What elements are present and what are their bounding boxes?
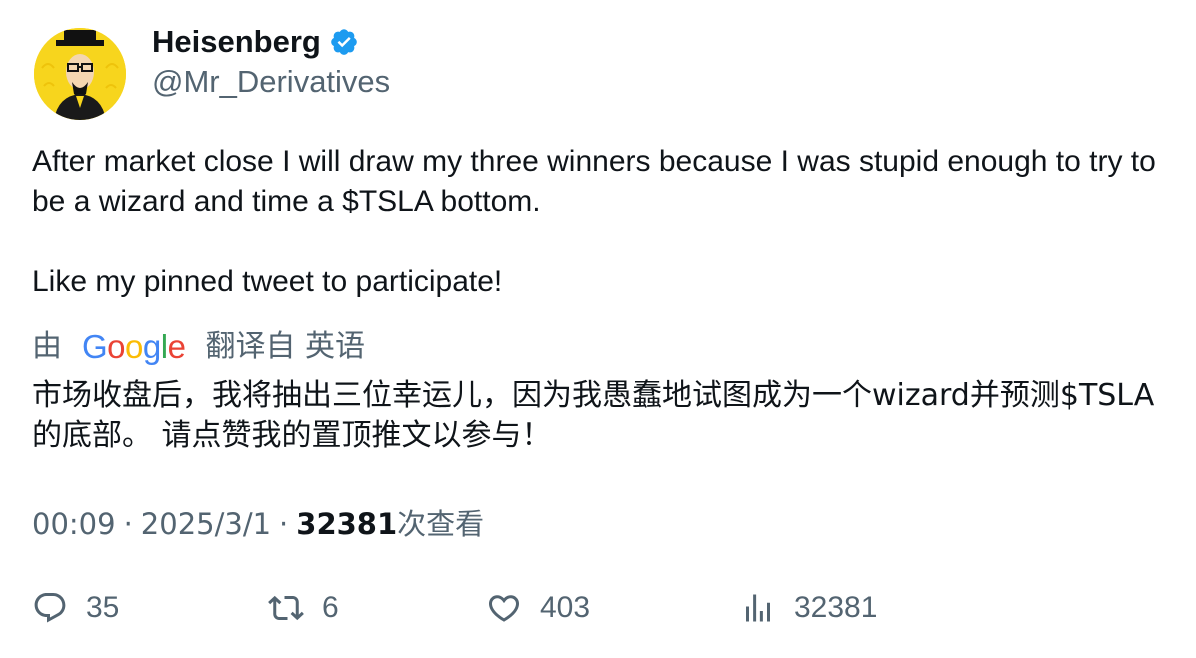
- google-logo: Google: [82, 328, 186, 365]
- tweet-date[interactable]: 2025/3/1: [141, 504, 271, 544]
- views-button[interactable]: 32381: [740, 590, 877, 626]
- author-name-row[interactable]: Heisenberg: [152, 22, 359, 62]
- tweet-time[interactable]: 00:09: [32, 504, 116, 544]
- tweet-meta: 00:09 · 2025/3/1 · 32381次查看: [32, 504, 484, 544]
- translation-prefix: 由: [32, 329, 62, 364]
- reply-icon: [34, 593, 66, 623]
- reply-count: 35: [86, 591, 120, 624]
- translation-suffix: 翻译自 英语: [205, 329, 365, 364]
- views-action-count: 32381: [794, 591, 878, 624]
- heisenberg-avatar-icon: [34, 28, 126, 120]
- retweet-count: 6: [322, 591, 339, 624]
- translated-text: 市场收盘后，我将抽出三位幸运儿，因为我愚蠢地试图成为一个wizard并预测$TS…: [32, 378, 1155, 453]
- meta-separator: ·: [279, 507, 289, 541]
- reply-button[interactable]: 35: [32, 590, 119, 626]
- verified-badge-icon[interactable]: [329, 27, 359, 57]
- meta-separator: ·: [123, 507, 133, 541]
- heart-icon: [488, 595, 520, 622]
- views-label: 次查看: [397, 507, 485, 541]
- avatar[interactable]: [34, 28, 126, 120]
- author-handle[interactable]: @Mr_Derivatives: [152, 62, 390, 102]
- display-name[interactable]: Heisenberg: [152, 22, 321, 62]
- views-count: 32381: [296, 507, 398, 541]
- retweet-button[interactable]: 6: [268, 590, 339, 626]
- tweet-text: After market close I will draw my three …: [32, 145, 1156, 298]
- like-count: 403: [540, 591, 591, 624]
- translation-attribution: 由 Google 翻译自 英语: [32, 326, 365, 368]
- like-button[interactable]: 403: [486, 590, 590, 626]
- action-bar: 35 6 403 32381: [32, 590, 1172, 634]
- retweet-icon: [268, 595, 304, 621]
- analytics-icon: [746, 594, 770, 622]
